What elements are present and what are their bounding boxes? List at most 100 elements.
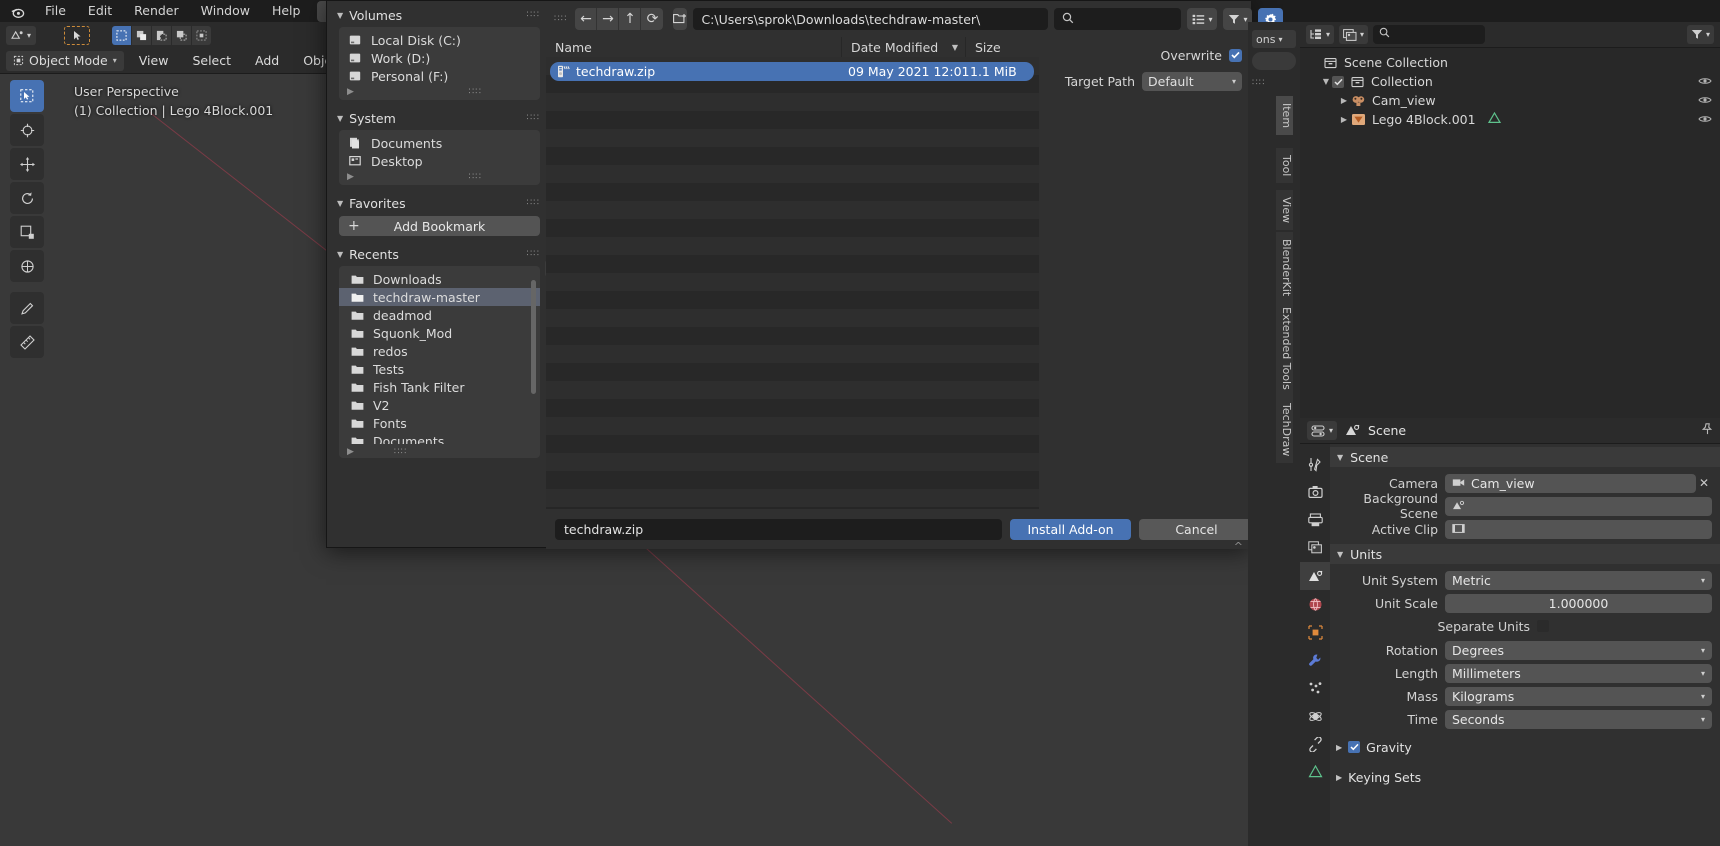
- modifier-tab-icon[interactable]: [1300, 646, 1330, 674]
- bookmarks-section-system-header[interactable]: ▼ System ∷∷: [333, 108, 540, 128]
- render-tab-icon[interactable]: [1300, 478, 1330, 506]
- grip-icon[interactable]: ∷∷: [469, 172, 482, 182]
- panel-header-keying-sets[interactable]: ▶ Keying Sets: [1330, 767, 1720, 787]
- menu-file[interactable]: File: [34, 0, 77, 22]
- pin-icon[interactable]: [1701, 422, 1713, 439]
- menu-window[interactable]: Window: [190, 0, 261, 22]
- expand-arrow-icon[interactable]: ▶: [347, 172, 354, 182]
- grip-icon[interactable]: ∷∷: [527, 198, 540, 208]
- select-set-icon[interactable]: [112, 25, 131, 45]
- mode-selector[interactable]: Object Mode ▾: [6, 50, 124, 71]
- viewport-shading-modes[interactable]: [1252, 52, 1296, 70]
- output-tab-icon[interactable]: [1300, 506, 1330, 534]
- expand-arrow-icon[interactable]: ▶: [347, 447, 354, 457]
- grip-icon[interactable]: ∷∷: [469, 87, 482, 97]
- side-tab-techdraw-2[interactable]: TechDraw: [1276, 396, 1293, 464]
- mesh-data-icon[interactable]: [1487, 111, 1501, 127]
- annotate-tool-icon[interactable]: [10, 292, 44, 324]
- physics-tab-icon[interactable]: [1300, 702, 1330, 730]
- recent-item-selected[interactable]: techdraw-master: [339, 288, 540, 306]
- separate-units-checkbox[interactable]: [1537, 620, 1549, 632]
- file-list[interactable]: techdraw.zip 09 May 2021 12:01 1.1 MiB: [546, 57, 1039, 509]
- panel-header-gravity[interactable]: ▶ Gravity: [1330, 737, 1720, 757]
- select-subtract-icon[interactable]: [152, 25, 171, 45]
- camera-field[interactable]: Cam_view ✕: [1445, 473, 1709, 493]
- side-tab-tool-2[interactable]: Tool: [1276, 148, 1293, 184]
- panel-header-units[interactable]: ▼ Units: [1330, 544, 1720, 564]
- select-tool-mode-icon[interactable]: [64, 25, 90, 45]
- side-tab-blenderkit-2[interactable]: BlenderKit: [1276, 232, 1293, 304]
- object-tab-icon[interactable]: [1300, 618, 1330, 646]
- chevron-right-icon[interactable]: ▶: [1338, 96, 1350, 105]
- volume-item-work[interactable]: Work (D:): [339, 49, 540, 67]
- particles-tab-icon[interactable]: [1300, 674, 1330, 702]
- grip-icon[interactable]: ∷∷: [527, 249, 540, 259]
- refresh-icon[interactable]: ⟳: [641, 8, 664, 30]
- dialog-resize-handle[interactable]: ^: [1234, 540, 1243, 553]
- recent-item[interactable]: Documents: [339, 432, 540, 444]
- unit-system-dropdown[interactable]: Metric ▾: [1445, 570, 1712, 590]
- rotate-tool-icon[interactable]: [10, 182, 44, 214]
- sort-descending-icon[interactable]: ▼: [952, 43, 958, 52]
- view-layer-icon[interactable]: ▾: [1339, 25, 1369, 44]
- grip-icon[interactable]: ∷∷: [394, 447, 407, 457]
- side-tab-extended-tools-2[interactable]: Extended Tools: [1276, 300, 1293, 397]
- volume-item-personal[interactable]: Personal (F:): [339, 67, 540, 85]
- grip-icon[interactable]: ∷∷: [554, 14, 567, 24]
- grip-icon[interactable]: ∷∷: [527, 113, 540, 123]
- select-intersect-icon[interactable]: [172, 25, 191, 45]
- viewport-menu-add[interactable]: Add: [246, 51, 288, 71]
- menu-render[interactable]: Render: [123, 0, 190, 22]
- filename-input[interactable]: techdraw.zip: [555, 518, 1002, 540]
- system-item-desktop[interactable]: Desktop: [339, 152, 540, 170]
- outliner-row-cam-view[interactable]: ▶ Cam_view: [1300, 91, 1720, 110]
- eye-icon[interactable]: [1698, 93, 1712, 108]
- expand-arrow-icon[interactable]: ▶: [347, 87, 354, 97]
- cursor-tool-icon[interactable]: [10, 114, 44, 146]
- eye-icon[interactable]: [1698, 112, 1712, 127]
- recent-item[interactable]: Tests: [339, 360, 540, 378]
- length-dropdown[interactable]: Millimeters ▾: [1445, 663, 1712, 683]
- editor-type-icon[interactable]: ▾: [6, 25, 36, 45]
- gravity-checkbox[interactable]: [1348, 741, 1361, 753]
- outliner-row-collection[interactable]: ▼ Collection: [1300, 72, 1720, 91]
- file-row[interactable]: techdraw.zip 09 May 2021 12:01 1.1 MiB: [550, 62, 1034, 81]
- bookmarks-section-volumes-header[interactable]: ▼ Volumes ∷∷: [333, 5, 540, 25]
- view-layer-tab-icon[interactable]: [1300, 534, 1330, 562]
- collection-checkbox[interactable]: [1332, 75, 1344, 88]
- recents-scrollbar[interactable]: [531, 280, 536, 394]
- panel-header-scene[interactable]: ▼ Scene: [1330, 447, 1720, 467]
- add-bookmark-button[interactable]: + Add Bookmark: [339, 216, 540, 236]
- column-size[interactable]: Size: [966, 37, 1039, 57]
- constraints-tab-icon[interactable]: [1300, 730, 1330, 758]
- menu-help[interactable]: Help: [261, 0, 312, 22]
- volume-item-local-disk[interactable]: Local Disk (C:): [339, 31, 540, 49]
- cancel-button[interactable]: Cancel: [1139, 518, 1254, 540]
- install-addon-button[interactable]: Install Add-on: [1010, 518, 1131, 540]
- recent-item[interactable]: Squonk_Mod: [339, 324, 540, 342]
- outliner-row-scene-collection[interactable]: Scene Collection: [1300, 53, 1720, 72]
- select-extend-icon[interactable]: [132, 25, 151, 45]
- grip-icon[interactable]: ∷∷: [527, 10, 540, 20]
- tool-tab-icon[interactable]: [1300, 450, 1330, 478]
- recent-item[interactable]: deadmod: [339, 306, 540, 324]
- overwrite-checkbox[interactable]: [1229, 48, 1242, 62]
- viewport-menu-view[interactable]: View: [130, 51, 178, 71]
- outliner-search-input[interactable]: [1373, 25, 1486, 44]
- arrow-left-icon[interactable]: ←: [575, 8, 598, 30]
- time-dropdown[interactable]: Seconds ▾: [1445, 709, 1712, 729]
- unit-scale-number[interactable]: 1.000000: [1445, 593, 1712, 613]
- outliner-icon[interactable]: ▾: [1306, 25, 1335, 44]
- transform-tool-icon[interactable]: [10, 250, 44, 282]
- world-tab-icon[interactable]: [1300, 590, 1330, 618]
- recent-item[interactable]: Downloads: [339, 270, 540, 288]
- chevron-right-icon[interactable]: ▶: [1338, 115, 1350, 124]
- select-box-tool-icon[interactable]: [10, 80, 44, 112]
- scene-tab-icon[interactable]: [1300, 562, 1330, 590]
- recent-item[interactable]: Fish Tank Filter: [339, 378, 540, 396]
- arrow-right-icon[interactable]: →: [597, 8, 620, 30]
- search-input[interactable]: [1054, 8, 1182, 30]
- display-mode-icon[interactable]: ▾: [1187, 8, 1218, 30]
- side-tab-item-2[interactable]: Item: [1276, 96, 1293, 136]
- recent-item[interactable]: Fonts: [339, 414, 540, 432]
